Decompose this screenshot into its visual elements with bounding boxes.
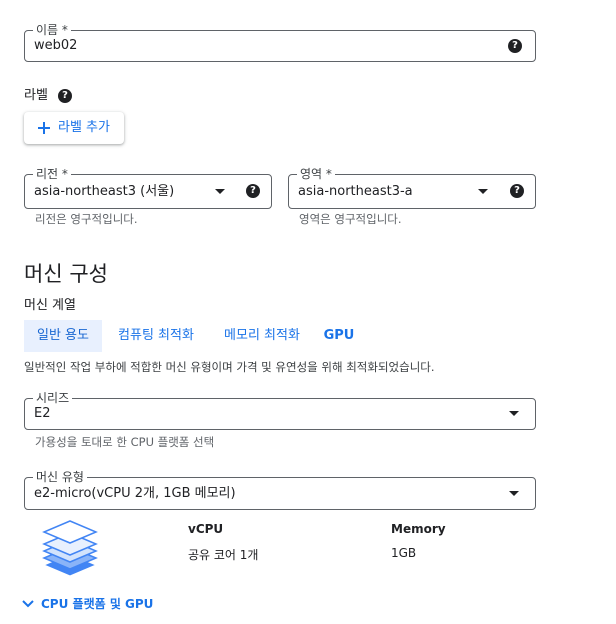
tab-description: 일반적인 작업 부하에 적합한 머신 유형이며 가격 및 유연성을 위해 최적화…	[24, 360, 435, 374]
region-value: asia-northeast3 (서울)	[34, 184, 175, 199]
help-icon[interactable]: ?	[246, 184, 260, 198]
machine-type-value: e2-micro(vCPU 2개, 1GB 메모리)	[34, 486, 236, 501]
machine-layers-icon	[42, 520, 98, 577]
series-hint: 가용성을 토대로 한 CPU 플랫폼 선택	[35, 435, 215, 449]
zone-value: asia-northeast3-a	[298, 184, 413, 199]
help-icon[interactable]: ?	[508, 39, 522, 53]
caret-down-icon	[478, 189, 488, 194]
cpu-platform-expander[interactable]: CPU 플랫폼 및 GPU	[20, 594, 180, 614]
cpu-platform-label: CPU 플랫폼 및 GPU	[41, 597, 154, 611]
machine-family-label: 머신 계열	[24, 298, 76, 313]
tab-memory-optimized[interactable]: 메모리 최적화	[214, 320, 310, 352]
name-field-value[interactable]: web02	[34, 31, 77, 61]
caret-down-icon	[509, 491, 519, 496]
machine-type-select[interactable]: 머신 유형 e2-micro(vCPU 2개, 1GB 메모리)	[24, 469, 536, 510]
add-label-button[interactable]: 라벨 추가	[24, 112, 124, 144]
help-icon[interactable]: ?	[510, 184, 524, 198]
vcpu-header: vCPU	[188, 522, 224, 536]
tab-general-purpose[interactable]: 일반 용도	[24, 320, 102, 352]
caret-down-icon	[509, 411, 519, 416]
region-select[interactable]: 리전 * asia-northeast3 (서울) ?	[24, 166, 272, 209]
tab-compute-optimized[interactable]: 컴퓨팅 최적화	[108, 320, 204, 352]
section-title: 머신 구성	[24, 262, 108, 286]
series-value: E2	[34, 406, 51, 421]
zone-select[interactable]: 영역 * asia-northeast3-a ?	[288, 166, 536, 209]
plus-icon	[38, 122, 50, 134]
help-icon[interactable]: ?	[58, 89, 72, 103]
name-field[interactable]: 이름 * web02 ?	[24, 22, 536, 62]
region-hint: 리전은 영구적입니다.	[35, 212, 138, 226]
memory-header: Memory	[391, 522, 446, 536]
zone-hint: 영역은 영구적입니다.	[299, 212, 402, 226]
vcpu-value: 공유 코어 1개	[188, 548, 259, 562]
memory-value: 1GB	[391, 546, 417, 560]
labels-heading: 라벨	[24, 88, 48, 103]
series-select[interactable]: 시리즈 E2	[24, 390, 536, 430]
chevron-down-icon	[22, 600, 34, 608]
add-label-button-text: 라벨 추가	[58, 120, 110, 135]
caret-down-icon	[215, 189, 225, 194]
tab-gpu[interactable]: GPU	[318, 320, 360, 352]
